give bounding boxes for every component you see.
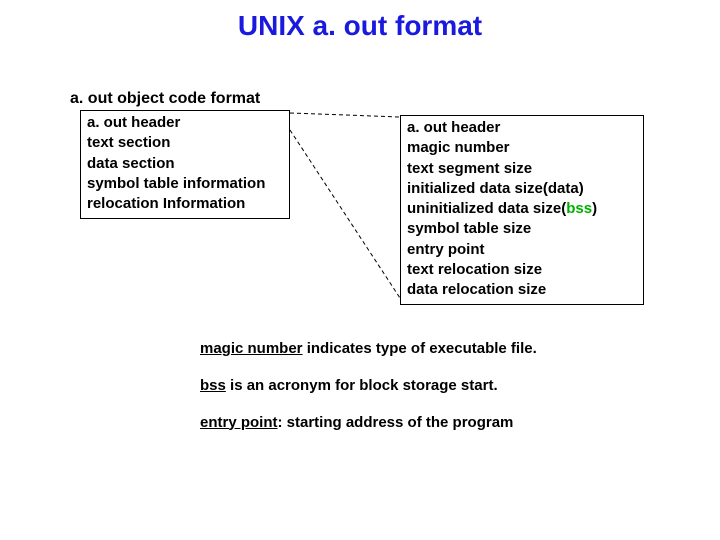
text-span: )	[579, 180, 584, 197]
text-span: uninitialized data size(	[407, 200, 566, 217]
left-box: a. out header text section data section …	[80, 110, 290, 219]
note-line: bss is an acronym for block storage star…	[200, 377, 640, 396]
bss-accent: bss	[566, 200, 592, 217]
left-box-line: relocation Information	[87, 194, 283, 214]
text-span: )	[592, 200, 597, 217]
note-line: magic number indicates type of executabl…	[200, 340, 640, 359]
right-box-line: data relocation size	[407, 280, 637, 300]
note-rest: : starting address of the program	[278, 414, 514, 431]
note-term: bss	[200, 377, 226, 394]
note-rest: is an acronym for block storage start.	[226, 377, 498, 394]
left-box-line: symbol table information	[87, 174, 283, 194]
data-accent: data	[548, 180, 579, 197]
right-box-line: entry point	[407, 240, 637, 260]
right-box-line: magic number	[407, 138, 637, 158]
left-box-line: text section	[87, 133, 283, 153]
text-span: initialized data size(	[407, 180, 548, 197]
note-term: magic number	[200, 340, 303, 357]
right-box-line: a. out header	[407, 118, 637, 138]
right-box-line: uninitialized data size(bss)	[407, 199, 637, 219]
subtitle: a. out object code format	[70, 90, 260, 108]
right-box-line: initialized data size(data)	[407, 179, 637, 199]
left-box-line: a. out header	[87, 113, 283, 133]
left-box-line: data section	[87, 154, 283, 174]
notes: magic number indicates type of executabl…	[200, 340, 640, 450]
right-box-line: text relocation size	[407, 260, 637, 280]
note-rest: indicates type of executable file.	[303, 340, 537, 357]
right-box-line: symbol table size	[407, 219, 637, 239]
right-box-line: text segment size	[407, 159, 637, 179]
page-title: UNIX a. out format	[0, 10, 720, 42]
note-term: entry point	[200, 414, 278, 431]
note-line: entry point: starting address of the pro…	[200, 414, 640, 433]
right-box: a. out header magic number text segment …	[400, 115, 644, 305]
